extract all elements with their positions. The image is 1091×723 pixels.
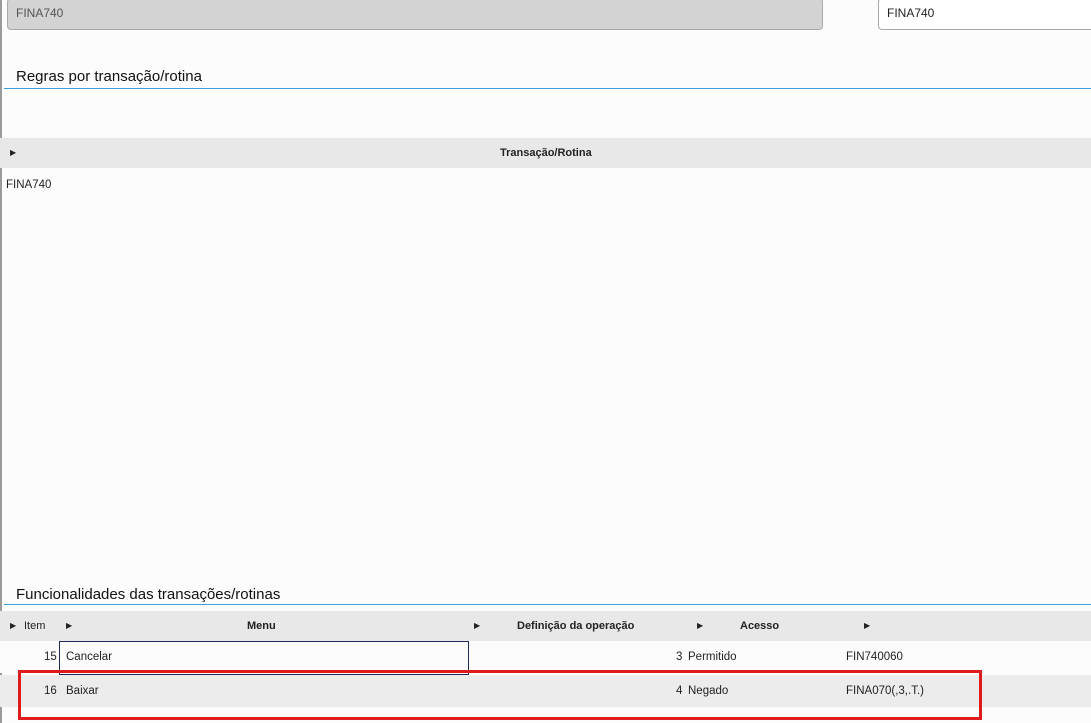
functions-grid-header[interactable]: ▶ Item ▶ Menu ▶ Definição da operação ▶ … xyxy=(0,611,1091,641)
col-header-item[interactable]: Item xyxy=(24,611,45,641)
rules-section-divider xyxy=(4,88,1091,89)
col-header-menu[interactable]: Menu xyxy=(247,611,276,641)
col-header-definition[interactable]: Definição da operação xyxy=(517,611,634,641)
cell-item: 15 xyxy=(44,651,57,663)
col-function-arrow-icon[interactable]: ▶ xyxy=(864,611,870,641)
row-selector-icon[interactable]: ▶ xyxy=(10,611,16,641)
row-selector-icon[interactable]: ▶ xyxy=(10,138,16,168)
cell-access[interactable]: Permitido xyxy=(688,641,737,673)
col-definition-arrow-icon[interactable]: ▶ xyxy=(474,611,480,641)
functions-section-divider xyxy=(4,604,1091,605)
rules-section-title: Regras por transação/rotina xyxy=(16,68,202,85)
table-row[interactable]: 15 Cancelar 3 Permitido FIN740060 xyxy=(0,641,1091,675)
rules-row-routine[interactable]: FINA740 xyxy=(6,170,51,200)
routine-readonly-field: FINA740 xyxy=(7,0,823,30)
cell-function: FIN740060 xyxy=(846,651,903,663)
col-menu-arrow-icon[interactable]: ▶ xyxy=(66,611,72,641)
rules-col-header-routine[interactable]: Transação/Rotina xyxy=(500,138,592,168)
col-access-arrow-icon[interactable]: ▶ xyxy=(697,611,703,641)
functions-section-title: Funcionalidades das transações/rotinas xyxy=(16,586,281,603)
highlight-annotation-box xyxy=(18,670,982,720)
rules-grid-header[interactable]: ▶ Transação/Rotina xyxy=(0,138,1091,168)
routine-code-field[interactable]: FINA740 xyxy=(878,0,1091,30)
cell-definition: 3 xyxy=(676,651,683,663)
col-header-access[interactable]: Acesso xyxy=(740,611,779,641)
